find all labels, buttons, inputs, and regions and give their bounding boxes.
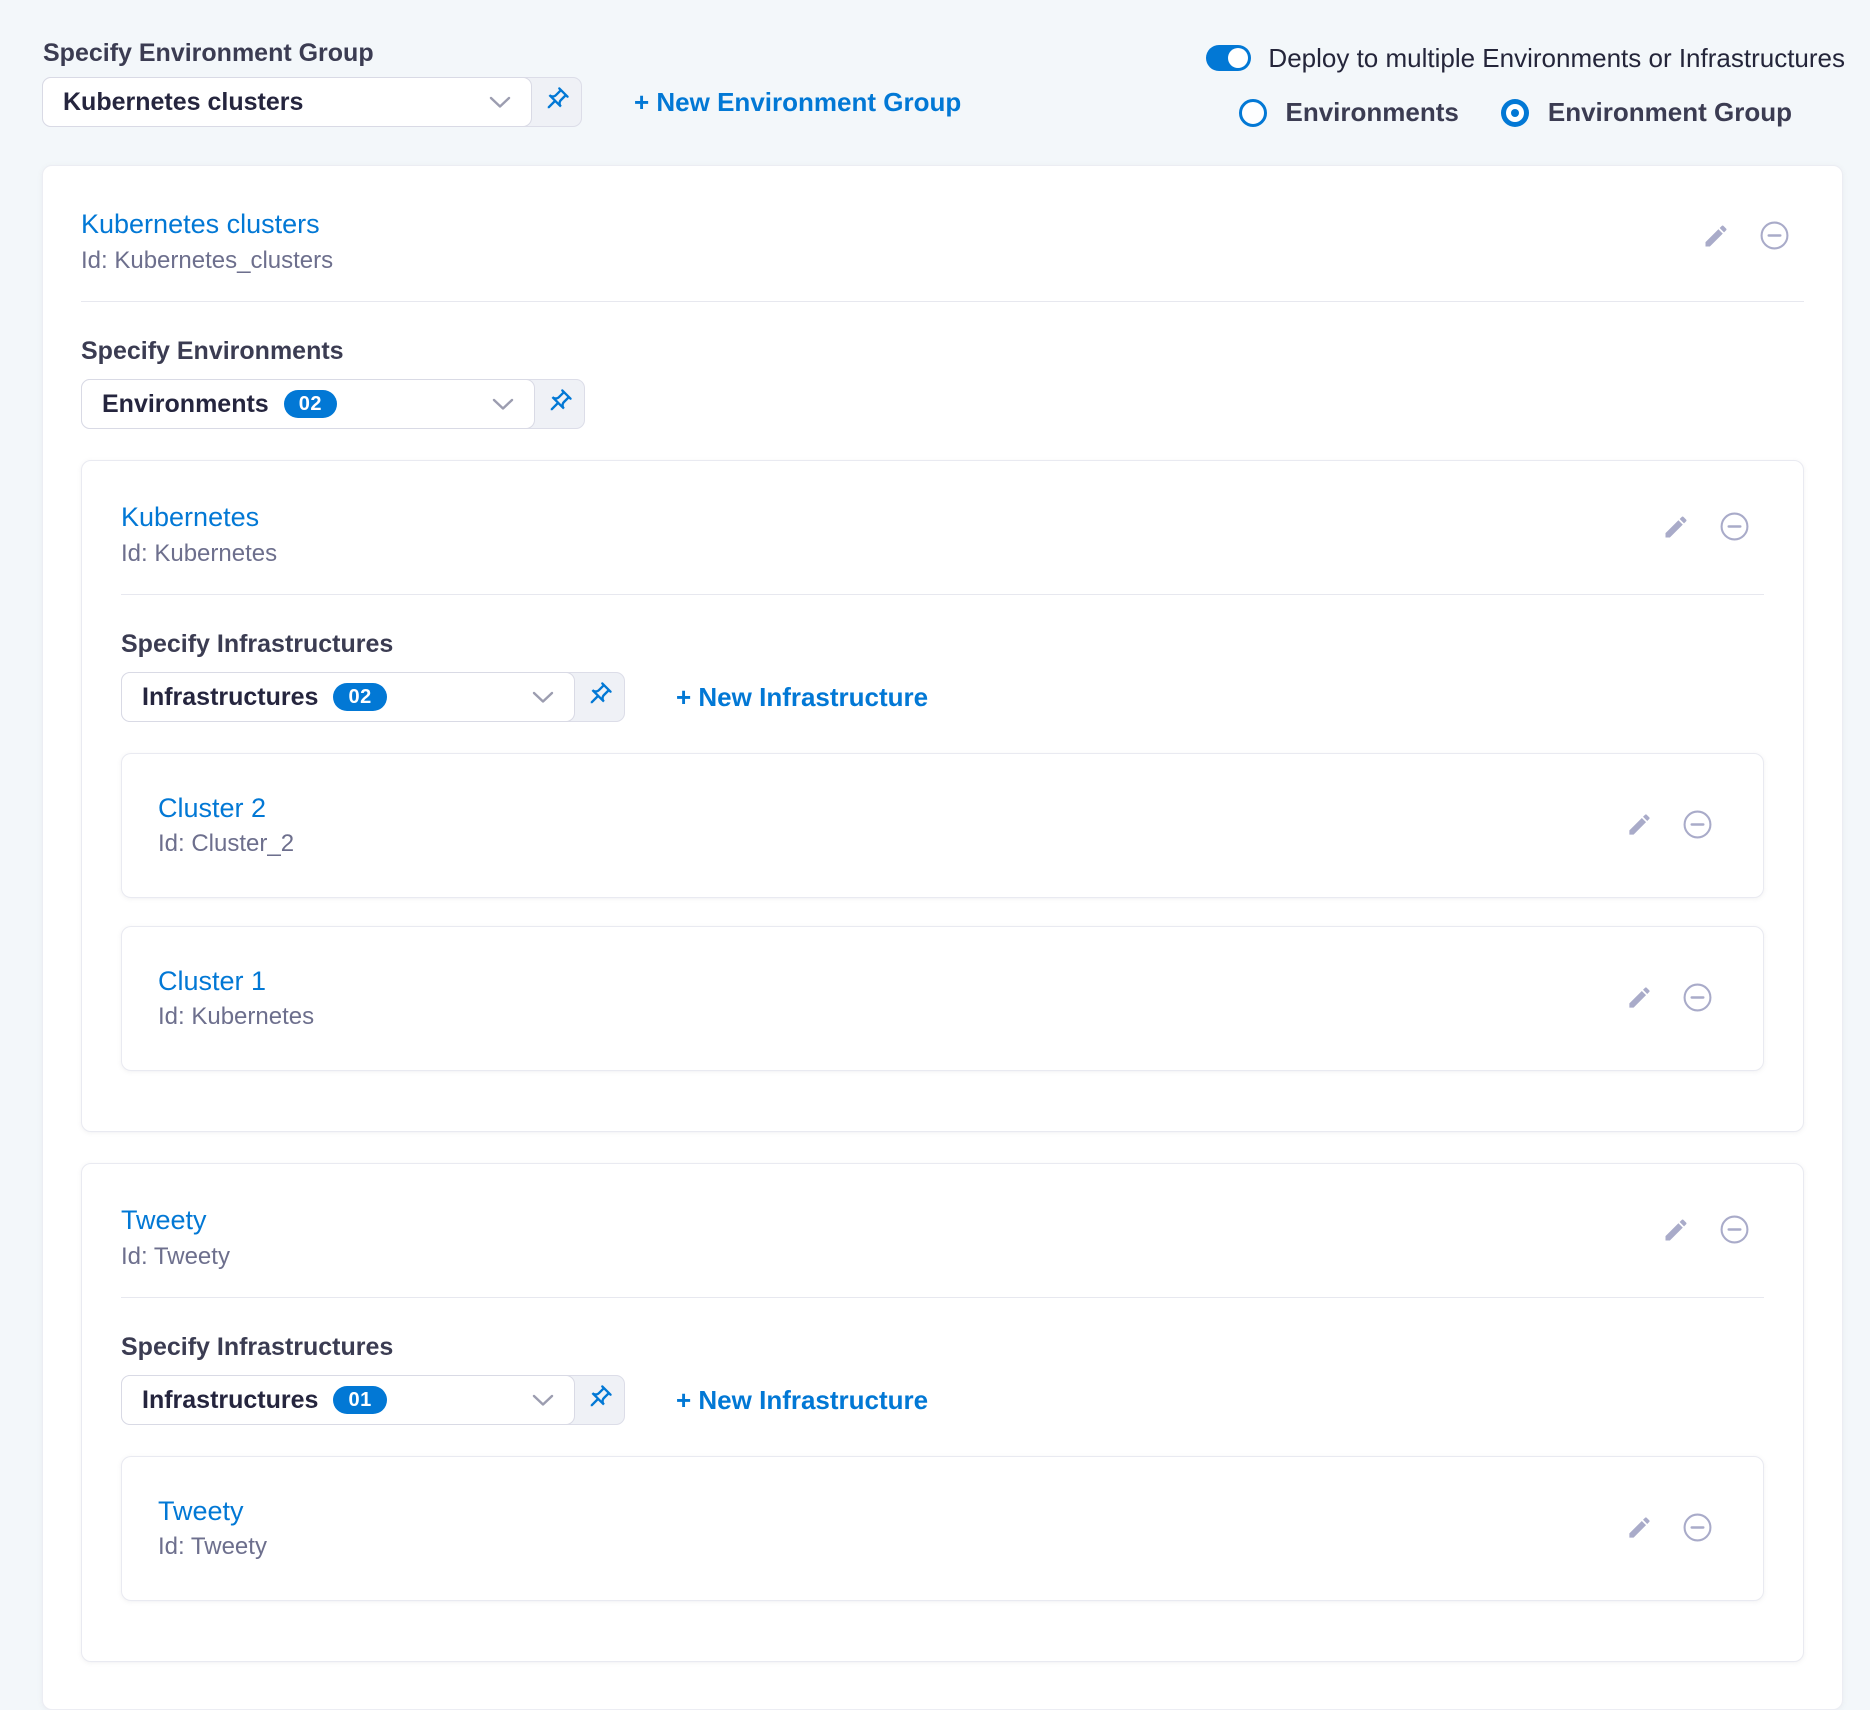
pencil-icon (1702, 222, 1730, 253)
infrastructures-count-badge: 02 (333, 683, 386, 711)
environment-title[interactable]: Tweety (121, 1204, 230, 1236)
specify-infrastructures-label: Specify Infrastructures (121, 630, 1764, 658)
radio-environment-group-circle[interactable] (1501, 99, 1529, 127)
new-infrastructure-link[interactable]: + New Infrastructure (676, 1385, 928, 1416)
pushpin-icon (585, 681, 613, 714)
environment-group-select[interactable]: Kubernetes clusters (42, 77, 582, 127)
environments-select-box[interactable]: Environments 02 (81, 379, 535, 429)
remove-environment-button[interactable] (1719, 1214, 1750, 1248)
environment-card: Tweety Id: Tweety Specify Infrastructure… (81, 1163, 1804, 1662)
minus-circle-icon (1719, 1214, 1750, 1248)
infrastructure-id: Id: Kubernetes (158, 1003, 314, 1031)
environment-group-id: Id: Kubernetes_clusters (81, 247, 333, 275)
radio-environments[interactable]: Environments (1239, 97, 1459, 128)
radio-environment-group-label: Environment Group (1548, 97, 1792, 128)
infrastructures-select-value: Infrastructures (142, 683, 318, 712)
remove-infrastructure-button[interactable] (1682, 982, 1713, 1016)
chevron-down-icon (492, 398, 514, 411)
new-environment-group-link[interactable]: + New Environment Group (634, 87, 961, 118)
environment-group-card: Kubernetes clusters Id: Kubernetes_clust… (42, 165, 1843, 1710)
infrastructure-id: Id: Cluster_2 (158, 830, 294, 858)
pushpin-icon (585, 1384, 613, 1417)
chevron-down-icon (532, 1394, 554, 1407)
deploy-toggle-label: Deploy to multiple Environments or Infra… (1268, 44, 1845, 72)
remove-environment-group-button[interactable] (1759, 220, 1790, 254)
edit-environment-group-button[interactable] (1702, 222, 1730, 253)
infrastructures-count-badge: 01 (333, 1386, 386, 1414)
pin-button[interactable] (574, 1376, 624, 1424)
new-infrastructure-link[interactable]: + New Infrastructure (676, 682, 928, 713)
environment-card: Kubernetes Id: Kubernetes Specify Infras… (81, 460, 1804, 1132)
environment-group-select-value: Kubernetes clusters (63, 88, 303, 117)
infrastructures-select-value: Infrastructures (142, 1386, 318, 1415)
pin-button[interactable] (574, 673, 624, 721)
pushpin-icon (542, 86, 570, 119)
minus-circle-icon (1719, 511, 1750, 545)
pencil-icon (1626, 984, 1653, 1014)
infrastructures-select[interactable]: Infrastructures 02 (121, 672, 625, 722)
infrastructure-card: Cluster 2 Id: Cluster_2 (121, 753, 1764, 898)
environments-select-value: Environments (102, 390, 269, 419)
environments-count-badge: 02 (284, 390, 337, 418)
edit-infrastructure-button[interactable] (1626, 811, 1653, 841)
radio-environments-circle[interactable] (1239, 99, 1267, 127)
edit-infrastructure-button[interactable] (1626, 1514, 1653, 1544)
toggle-knob (1228, 48, 1248, 68)
environment-group-select-box[interactable]: Kubernetes clusters (42, 77, 532, 127)
chevron-down-icon (489, 96, 511, 109)
pin-button[interactable] (531, 78, 581, 126)
remove-infrastructure-button[interactable] (1682, 809, 1713, 843)
edit-environment-button[interactable] (1662, 513, 1690, 544)
minus-circle-icon (1682, 809, 1713, 843)
chevron-down-icon (532, 691, 554, 704)
remove-environment-button[interactable] (1719, 511, 1750, 545)
environments-select[interactable]: Environments 02 (81, 379, 585, 429)
radio-environments-label: Environments (1286, 97, 1459, 128)
environment-group-title[interactable]: Kubernetes clusters (81, 208, 333, 240)
pencil-icon (1626, 1514, 1653, 1544)
infrastructure-card: Cluster 1 Id: Kubernetes (121, 926, 1764, 1071)
infrastructures-select-box[interactable]: Infrastructures 02 (121, 672, 575, 722)
pencil-icon (1662, 1216, 1690, 1247)
specify-environments-label: Specify Environments (81, 337, 1804, 365)
radio-environment-group[interactable]: Environment Group (1501, 97, 1792, 128)
edit-infrastructure-button[interactable] (1626, 984, 1653, 1014)
infrastructure-title[interactable]: Cluster 2 (158, 793, 294, 823)
pushpin-icon (545, 388, 573, 421)
infrastructures-select-box[interactable]: Infrastructures 01 (121, 1375, 575, 1425)
pin-button[interactable] (534, 380, 584, 428)
infrastructure-title[interactable]: Tweety (158, 1496, 267, 1526)
environment-group-header: Kubernetes clusters Id: Kubernetes_clust… (81, 166, 1804, 275)
infrastructure-id: Id: Tweety (158, 1533, 267, 1561)
infrastructure-card: Tweety Id: Tweety (121, 1456, 1764, 1601)
environment-group-label: Specify Environment Group (43, 40, 374, 66)
minus-circle-icon (1682, 1512, 1713, 1546)
edit-environment-button[interactable] (1662, 1216, 1690, 1247)
specify-infrastructures-label: Specify Infrastructures (121, 1333, 1764, 1361)
environment-title[interactable]: Kubernetes (121, 501, 277, 533)
deploy-toggle[interactable] (1206, 45, 1251, 71)
infrastructures-select[interactable]: Infrastructures 01 (121, 1375, 625, 1425)
minus-circle-icon (1759, 220, 1790, 254)
environment-id: Id: Kubernetes (121, 540, 277, 568)
pencil-icon (1626, 811, 1653, 841)
environment-id: Id: Tweety (121, 1243, 230, 1271)
divider (121, 594, 1764, 595)
divider (81, 301, 1804, 302)
remove-infrastructure-button[interactable] (1682, 1512, 1713, 1546)
pencil-icon (1662, 513, 1690, 544)
minus-circle-icon (1682, 982, 1713, 1016)
divider (121, 1297, 1764, 1298)
infrastructure-title[interactable]: Cluster 1 (158, 966, 314, 996)
